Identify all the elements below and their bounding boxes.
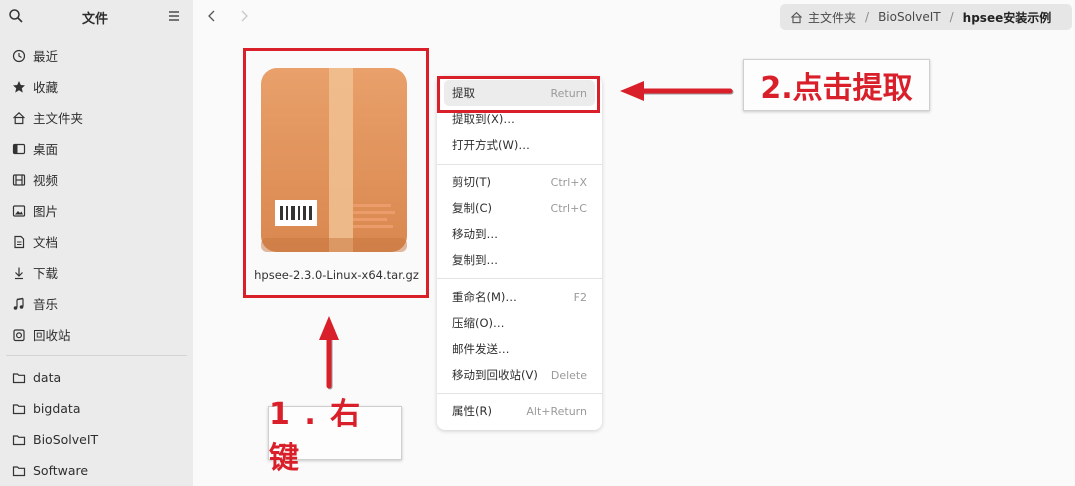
menu-item-shortcut: Alt+Return [526,404,587,418]
context-menu: 提取 Return 提取到(X)… 打开方式(W)… 剪切(T) Ctrl+X … [437,76,602,430]
forward-chevron-icon[interactable] [236,8,252,24]
sidebar-item-desktop[interactable]: 桌面 [0,133,193,164]
sidebar-bookmark-bigdata[interactable]: bigdata [0,393,193,424]
menu-item-email[interactable]: 邮件发送… [444,336,595,362]
folder-icon [12,403,26,414]
menu-item-label: 复制(C) [452,201,493,215]
sidebar-item-label: 主文件夹 [33,111,84,126]
menu-item-open-with[interactable]: 打开方式(W)… [444,132,595,158]
menu-item-label: 压缩(O)… [452,316,505,330]
download-icon [15,267,23,279]
menu-item-label: 属性(R) [452,404,492,418]
folder-icon [12,434,26,445]
menu-item-shortcut: F2 [573,290,587,304]
sidebar-item-downloads[interactable]: 下载 [0,257,193,288]
sidebar-divider [6,355,187,356]
sidebar-item-music[interactable]: 音乐 [0,288,193,319]
sidebar-item-trash[interactable]: 回收站 [0,319,193,350]
sidebar-bookmark-data[interactable]: data [0,362,193,393]
menu-separator [437,278,602,279]
breadcrumb-item-biosolveit[interactable]: BioSolveIT [878,10,941,24]
home-icon [13,111,25,124]
menu-item-shortcut: Ctrl+C [550,201,587,215]
sidebar-item-home[interactable]: 主文件夹 [0,102,193,133]
star-icon [13,80,25,93]
sidebar-item-label: bigdata [33,401,81,416]
sidebar-item-label: 回收站 [33,328,71,343]
home-icon [791,11,802,23]
annotation-step2: 2.点击提取 [743,59,930,111]
document-icon [14,235,25,248]
menu-item-shortcut: Ctrl+X [550,175,587,189]
sidebar-item-label: 收藏 [33,80,59,95]
menu-item-rename[interactable]: 重命名(M)… F2 [444,284,595,310]
menu-item-move-to[interactable]: 移动到… [444,221,595,247]
folder-icon [12,465,26,476]
folder-icon [12,372,26,383]
sidebar-item-videos[interactable]: 视频 [0,164,193,195]
sidebar: 文件 最近 收藏 主文件夹 桌面 视频 图片 文档 下载 音乐 回收站 data… [0,0,193,486]
desktop-icon [12,143,26,154]
menu-item-label: 剪切(T) [452,175,491,189]
menu-item-move-to-trash[interactable]: 移动到回收站(V) Delete [444,362,595,388]
sidebar-item-recent[interactable]: 最近 [0,40,193,71]
annotation-step1: 1 . 右 键 [268,397,402,476]
breadcrumb: 主文件夹 / BioSolveIT / hpsee安装示例 [780,4,1072,30]
menu-separator [437,164,602,165]
sidebar-bookmark-software[interactable]: Software [0,455,193,486]
menu-item-label: 提取到(X)… [452,112,515,126]
clock-icon [12,49,26,62]
menu-item-label: 移动到回收站(V) [452,368,538,382]
sidebar-item-label: 音乐 [33,297,59,312]
left-arrow-icon [620,81,734,101]
menu-item-label: 重命名(M)… [452,290,517,304]
sidebar-item-label: 文档 [33,235,59,250]
menu-item-label: 移动到… [452,227,498,241]
breadcrumb-separator: / [865,10,870,24]
image-icon [12,204,26,217]
sidebar-item-documents[interactable]: 文档 [0,226,193,257]
menu-item-properties[interactable]: 属性(R) Alt+Return [444,398,595,424]
menu-separator [437,393,602,394]
back-chevron-icon[interactable] [204,8,220,24]
sidebar-header: 文件 [0,0,193,34]
search-icon[interactable] [8,8,24,24]
up-arrow-icon [319,316,339,390]
video-icon [12,173,26,186]
sidebar-item-starred[interactable]: 收藏 [0,71,193,102]
sidebar-bookmark-biosolveit[interactable]: BioSolveIT [0,424,193,455]
sidebar-item-label: data [33,370,62,385]
menu-item-cut[interactable]: 剪切(T) Ctrl+X [444,169,595,195]
menu-item-label: 复制到… [452,253,498,267]
menu-item-label: 邮件发送… [452,342,510,356]
sidebar-item-pictures[interactable]: 图片 [0,195,193,226]
menu-item-shortcut: Delete [550,368,587,382]
hamburger-menu-icon[interactable] [166,8,182,24]
menu-item-copy[interactable]: 复制(C) Ctrl+C [444,195,595,221]
menu-item-compress[interactable]: 压缩(O)… [444,310,595,336]
highlight-box-file [243,48,429,298]
trash-icon [13,328,25,341]
sidebar-item-label: 桌面 [33,142,59,157]
highlight-box-extract [437,76,600,113]
sidebar-item-label: 图片 [33,204,59,219]
sidebar-item-label: BioSolveIT [33,432,99,447]
sidebar-item-label: 下载 [33,266,59,281]
music-icon [13,297,24,310]
breadcrumb-item-home[interactable]: 主文件夹 [808,9,856,26]
sidebar-title: 文件 [81,12,108,27]
sidebar-item-label: 视频 [33,173,59,188]
sidebar-item-label: Software [33,463,89,478]
menu-item-label: 打开方式(W)… [452,138,530,152]
sidebar-places: 最近 收藏 主文件夹 桌面 视频 图片 文档 下载 音乐 回收站 data bi… [0,40,193,486]
breadcrumb-separator: / [949,10,954,24]
sidebar-item-label: 最近 [33,49,59,64]
breadcrumb-item-current[interactable]: hpsee安装示例 [963,9,1052,26]
menu-item-copy-to[interactable]: 复制到… [444,247,595,273]
